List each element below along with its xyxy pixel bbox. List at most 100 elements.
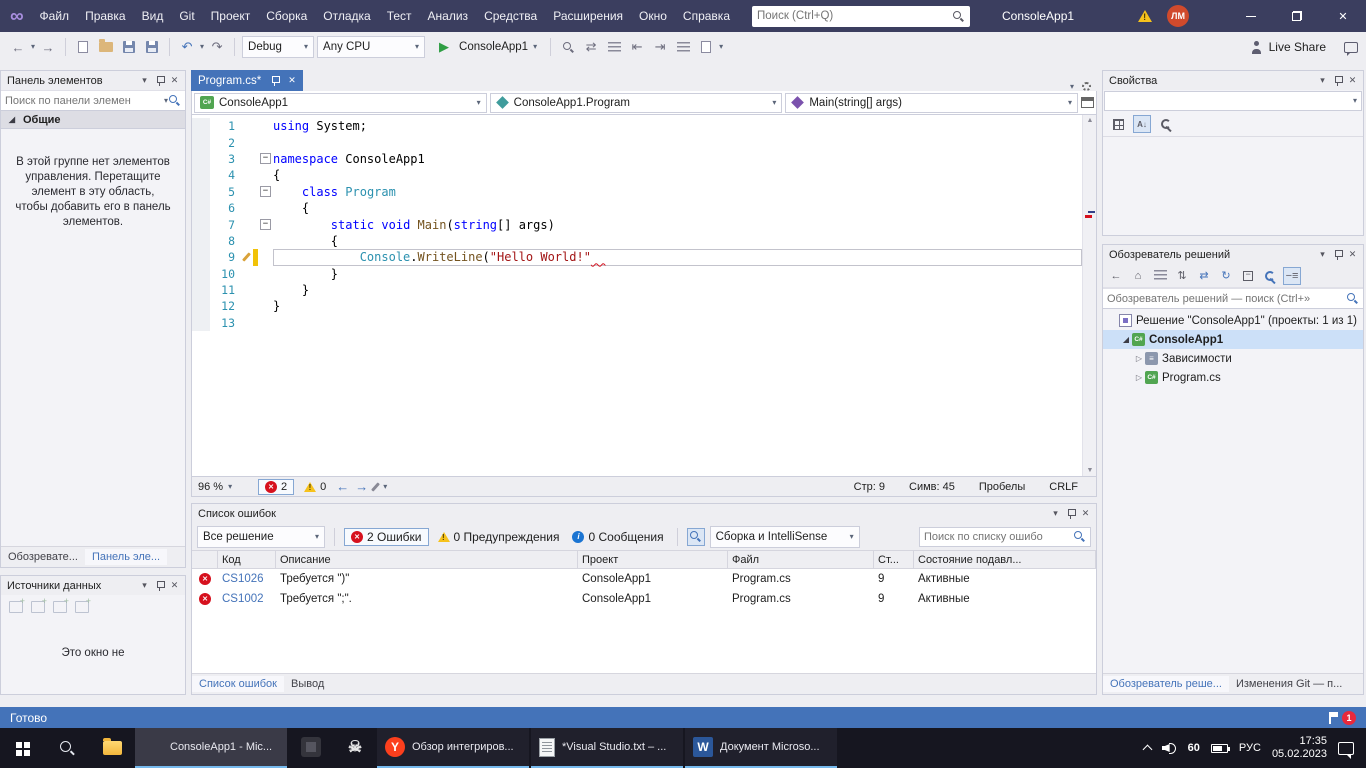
menu-item-7[interactable]: Тест	[379, 0, 420, 32]
collapsed-arrow-icon[interactable]: ▷	[1133, 373, 1145, 382]
open-file-icon[interactable]	[96, 36, 116, 58]
code-line[interactable]: 11 }	[192, 282, 1082, 298]
taskbar-clock[interactable]: 17:35 05.02.2023	[1272, 735, 1327, 761]
close-icon[interactable]	[167, 578, 182, 593]
send-feedback-icon[interactable]	[1344, 42, 1358, 53]
find-in-files-icon[interactable]	[558, 36, 578, 58]
taskbar-app-button[interactable]: ConsoleApp1 - Mic...	[135, 728, 287, 768]
error-list-tab[interactable]: Список ошибок	[192, 676, 284, 692]
code-area[interactable]: 1using System;23−namespace ConsoleApp14{…	[192, 115, 1082, 476]
indent-increase-icon[interactable]: ⇥	[650, 36, 670, 58]
file-explorer-button[interactable]	[90, 728, 135, 768]
column-line[interactable]: Ст...	[874, 551, 914, 568]
tab-list-chevron-icon[interactable]: ▾	[1070, 83, 1074, 91]
menu-item-5[interactable]: Сборка	[258, 0, 315, 32]
editor-options-gear-icon[interactable]	[1082, 82, 1091, 91]
code-editor[interactable]: 1using System;23−namespace ConsoleApp14{…	[191, 115, 1097, 477]
breakpoint-margin[interactable]	[192, 315, 210, 331]
solution-platform-dropdown[interactable]: Any CPU ▾	[317, 36, 425, 58]
solution-configuration-dropdown[interactable]: Debug ▾	[242, 36, 314, 58]
breakpoint-margin[interactable]	[192, 298, 210, 314]
close-icon[interactable]	[1345, 73, 1360, 88]
home-icon[interactable]: ⌂	[1129, 267, 1147, 285]
error-scope-dropdown[interactable]: Все решение ▾	[197, 526, 325, 548]
pin-icon[interactable]	[152, 73, 167, 88]
menu-item-2[interactable]: Вид	[134, 0, 172, 32]
save-all-icon[interactable]	[142, 36, 162, 58]
breakpoint-margin[interactable]	[192, 249, 210, 265]
pin-icon[interactable]	[1330, 247, 1345, 262]
column-code[interactable]: Код	[218, 551, 276, 568]
taskbar-pinned-button[interactable]	[289, 728, 333, 768]
breakpoint-margin[interactable]	[192, 134, 210, 150]
multi-filter-icon[interactable]	[687, 528, 705, 546]
scroll-up-icon[interactable]: ▲	[1083, 117, 1097, 124]
notification-count-badge[interactable]: 1	[1342, 711, 1356, 725]
error-list-tab[interactable]: Вывод	[284, 676, 331, 692]
menu-item-3[interactable]: Git	[171, 0, 202, 32]
split-window-icon[interactable]	[1081, 97, 1094, 108]
code-line[interactable]: 1using System;	[192, 118, 1082, 134]
next-issue-icon[interactable]: →	[355, 479, 368, 494]
code-line[interactable]: 12}	[192, 298, 1082, 314]
live-share-icon[interactable]	[1250, 41, 1263, 54]
navigate-forward-icon[interactable]: →	[38, 36, 58, 58]
undo-icon[interactable]: ↶	[177, 36, 197, 58]
pin-icon[interactable]	[152, 578, 167, 593]
breakpoint-margin[interactable]	[192, 233, 210, 249]
toolbox-search-input[interactable]	[5, 95, 164, 107]
back-icon[interactable]: ←	[1107, 267, 1125, 285]
window-position-chevron-icon[interactable]	[1315, 247, 1330, 262]
taskbar-app-button[interactable]: Обзор интегриров...	[377, 728, 529, 768]
pin-icon[interactable]	[267, 73, 282, 88]
edit-data-source-icon[interactable]	[31, 601, 45, 613]
expanded-arrow-icon[interactable]: ◢	[1120, 335, 1132, 344]
quick-search-box[interactable]	[752, 6, 970, 27]
toolbox-search-box[interactable]: ▾	[1, 90, 185, 111]
vertical-scrollbar[interactable]: ▲ ▼	[1082, 115, 1096, 476]
project-dropdown[interactable]: C# ConsoleApp1 ▾	[194, 93, 487, 113]
toolbar-overflow-chevron-icon[interactable]: ▾	[719, 43, 723, 51]
code-line[interactable]: 13	[192, 315, 1082, 331]
menu-item-9[interactable]: Средства	[476, 0, 545, 32]
edit-filter-pencil-icon[interactable]	[371, 482, 380, 491]
start-button[interactable]	[0, 728, 45, 768]
window-position-chevron-icon[interactable]	[1315, 73, 1330, 88]
code-line[interactable]: 10 }	[192, 266, 1082, 282]
volume-icon[interactable]	[1162, 742, 1177, 754]
column-description[interactable]: Описание	[276, 551, 578, 568]
window-position-chevron-icon[interactable]	[137, 578, 152, 593]
solution-search-box[interactable]	[1103, 288, 1363, 309]
solution-tree-item[interactable]: Решение "ConsoleApp1" (проекты: 1 из 1)	[1103, 311, 1363, 330]
zoom-dropdown[interactable]: 96 % ▾	[198, 481, 252, 493]
collapse-region-button[interactable]: −	[260, 186, 271, 197]
solution-explorer-sync-icon[interactable]: ⇄	[581, 36, 601, 58]
property-pages-wrench-icon[interactable]	[1157, 115, 1175, 133]
menu-item-6[interactable]: Отладка	[315, 0, 378, 32]
menu-item-11[interactable]: Окно	[631, 0, 675, 32]
start-debugging-button[interactable]: ▶ ConsoleApp1 ▾	[428, 36, 543, 58]
close-button[interactable]: ✕	[1320, 0, 1366, 32]
configure-data-source-icon[interactable]	[53, 601, 67, 613]
toolbox-tab[interactable]: Панель эле...	[85, 549, 167, 565]
categorized-icon[interactable]	[1109, 115, 1127, 133]
properties-header[interactable]: Свойства	[1103, 71, 1363, 90]
solution-explorer-tab[interactable]: Обозреватель реше...	[1103, 676, 1229, 692]
column-file[interactable]: Файл	[728, 551, 874, 568]
code-line[interactable]: 9 Console.WriteLine("Hello World!"	[192, 249, 1082, 265]
type-dropdown[interactable]: ConsoleApp1.Program ▾	[490, 93, 783, 113]
breakpoint-margin[interactable]	[192, 151, 210, 167]
solution-explorer-header[interactable]: Обозреватель решений	[1103, 245, 1363, 264]
code-line[interactable]: 6 {	[192, 200, 1082, 216]
error-count-toggle[interactable]: 2	[258, 479, 294, 495]
close-icon[interactable]	[1078, 506, 1093, 521]
close-icon[interactable]	[167, 73, 182, 88]
line-ending-indicator[interactable]: CRLF	[1049, 481, 1078, 493]
code-line[interactable]: 4{	[192, 167, 1082, 183]
notifications-flag-icon[interactable]	[1329, 712, 1338, 724]
preview-selected-items-toggle-icon[interactable]: −≡	[1283, 267, 1301, 285]
code-line[interactable]: 2	[192, 134, 1082, 150]
taskbar-app-button[interactable]: *Visual Studio.txt – ...	[531, 728, 683, 768]
code-line[interactable]: 5− class Program	[192, 184, 1082, 200]
properties-shortcut-icon[interactable]	[1261, 267, 1279, 285]
